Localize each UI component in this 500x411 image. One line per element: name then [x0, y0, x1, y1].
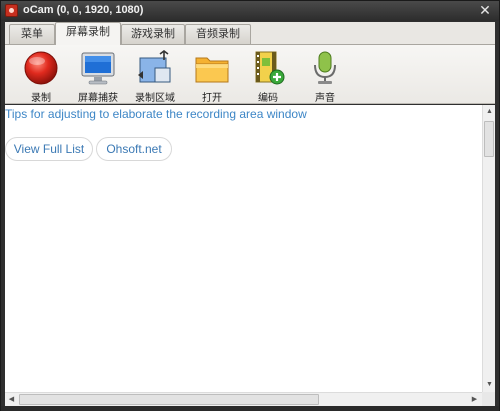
scrollbar-corner	[482, 392, 495, 406]
sound-label: 声音	[315, 93, 335, 104]
app-icon	[5, 4, 18, 17]
sound-button[interactable]: 声音	[295, 48, 355, 104]
record-button[interactable]: 录制	[11, 48, 71, 104]
folder-icon	[194, 50, 230, 86]
view-full-list-button[interactable]: View Full List	[5, 137, 93, 161]
tip-link[interactable]: Tips for adjusting to elaborate the reco…	[5, 107, 307, 121]
title-bar[interactable]: oCam (0, 0, 1920, 1080) ✕	[1, 1, 499, 21]
scroll-right-arrow-icon[interactable]: ▶	[470, 395, 479, 404]
vertical-scrollbar[interactable]: ▲ ▼	[482, 105, 495, 392]
monitor-icon	[80, 50, 116, 86]
vertical-scroll-thumb[interactable]	[484, 121, 494, 157]
close-button[interactable]: ✕	[477, 2, 493, 18]
tab-game-recording[interactable]: 游戏录制	[121, 24, 185, 44]
microphone-icon	[307, 50, 343, 86]
region-resize-icon	[137, 50, 173, 86]
record-label: 录制	[31, 93, 51, 104]
horizontal-scroll-thumb[interactable]	[19, 394, 319, 405]
ohsoft-link-button[interactable]: Ohsoft.net	[96, 137, 172, 161]
ocam-window: oCam (0, 0, 1920, 1080) ✕ 菜单 屏幕录制 游戏录制 音…	[0, 0, 500, 411]
film-add-icon	[250, 50, 286, 86]
record-icon	[23, 50, 59, 86]
window-bottom-border	[1, 406, 499, 411]
open-button[interactable]: 打开	[182, 48, 242, 104]
screen-capture-button[interactable]: 屏幕捕获	[68, 48, 128, 104]
browser-content-area[interactable]: Tips for adjusting to elaborate the reco…	[5, 105, 482, 392]
open-label: 打开	[202, 93, 222, 104]
encoding-button[interactable]: 编码	[238, 48, 298, 104]
scroll-up-arrow-icon[interactable]: ▲	[485, 107, 494, 116]
encoding-label: 编码	[258, 93, 278, 104]
scroll-down-arrow-icon[interactable]: ▼	[485, 380, 494, 389]
tab-bar: 菜单 屏幕录制 游戏录制 音频录制	[5, 22, 495, 45]
scroll-left-arrow-icon[interactable]: ◀	[7, 395, 16, 404]
recording-area-button[interactable]: 录制区域	[125, 48, 185, 104]
tab-menu[interactable]: 菜单	[9, 24, 55, 44]
recording-area-label: 录制区域	[135, 93, 175, 104]
tab-screen-recording[interactable]: 屏幕录制	[55, 22, 121, 45]
window-title: oCam (0, 0, 1920, 1080)	[23, 4, 144, 16]
toolbar: 录制 屏幕捕获 录制区域 打开 编码 声音	[5, 44, 495, 104]
tab-audio-recording[interactable]: 音频录制	[185, 24, 251, 44]
horizontal-scrollbar[interactable]: ◀ ▶	[5, 392, 482, 406]
screen-capture-label: 屏幕捕获	[78, 93, 118, 104]
